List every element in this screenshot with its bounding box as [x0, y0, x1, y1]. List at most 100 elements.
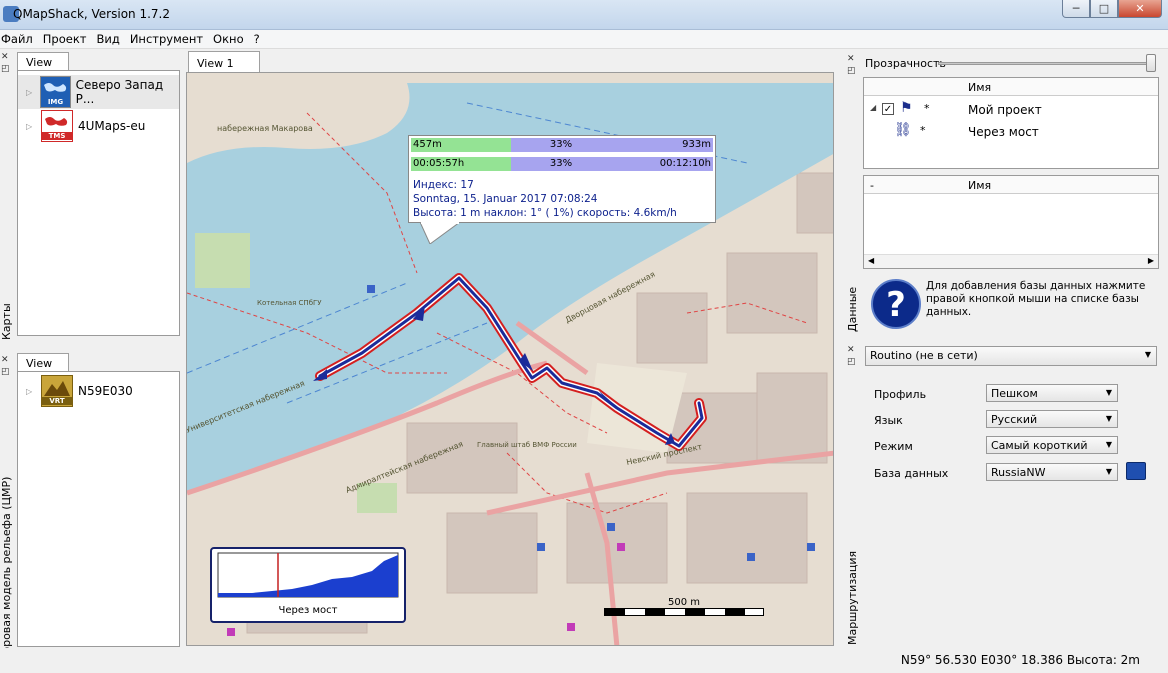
menu-help[interactable]: ?: [252, 30, 268, 48]
opacity-slider-handle[interactable]: [1146, 54, 1156, 72]
data-dock-label: Данные: [846, 286, 859, 332]
close-button[interactable]: ✕: [1118, 0, 1162, 18]
language-select[interactable]: Русский ▼: [986, 410, 1118, 428]
elevation-chart: [217, 552, 399, 598]
profile-select[interactable]: Пешком ▼: [986, 384, 1118, 402]
img-map-icon: IMG: [40, 76, 71, 108]
projects-header: Имя: [864, 78, 1158, 96]
map-item[interactable]: ▷ TMS 4UMaps-eu: [18, 109, 179, 143]
map-name: 4UMaps-eu: [78, 119, 146, 133]
dock-close-icon[interactable]: ✕: [1, 355, 11, 365]
expand-arrow-icon[interactable]: ▷: [26, 88, 35, 97]
opacity-slider-track[interactable]: [938, 62, 1152, 65]
menu-view[interactable]: Вид: [95, 30, 128, 48]
database-hint: Для добавления базы данных нажмите право…: [926, 280, 1146, 318]
maps-list: ▷ IMG Северо Запад Р... ▷ TMS 4UMaps-eu: [17, 70, 180, 336]
projects-list: Имя ◢ ✓ ⚑ * Мой проект ⛓ * Через мост: [863, 77, 1159, 169]
profile-label: Профиль: [874, 388, 927, 401]
database-label: База данных: [874, 467, 949, 480]
menu-window[interactable]: Окно: [211, 30, 252, 48]
menu-bar: Файл Проект Вид Инструмент Окно ?: [0, 30, 1168, 49]
elevation-profile-widget[interactable]: Через мост: [210, 547, 406, 623]
distance-total: 933m: [611, 138, 713, 152]
tms-map-icon: TMS: [41, 110, 73, 142]
scale-bar: [604, 608, 764, 616]
svg-text:Котельная СПбГУ: Котельная СПбГУ: [257, 299, 322, 307]
scroll-left-icon[interactable]: ◀: [868, 256, 874, 265]
router-select[interactable]: Routino (не в сети) ▼: [865, 346, 1157, 366]
project-checkbox[interactable]: ✓: [882, 103, 894, 115]
track-row[interactable]: ⛓ * Через мост: [864, 122, 1158, 142]
collapse-arrow-icon[interactable]: ◢: [870, 103, 876, 112]
right-dock-area: ✕ ◰ Данные Прозрачность Имя ◢ ✓ ⚑ * Мой …: [838, 50, 1168, 673]
vrt-dem-icon: VRT: [41, 375, 73, 407]
minimize-button[interactable]: ─: [1062, 0, 1090, 18]
dropdown-arrow-icon: ▼: [1105, 414, 1112, 423]
routing-dock-label: Маршрутизация: [846, 550, 859, 645]
dropdown-arrow-icon: ▼: [1144, 350, 1151, 359]
svg-text:Главный штаб ВМФ России: Главный штаб ВМФ России: [477, 441, 577, 449]
dock-float-icon[interactable]: ◰: [847, 357, 857, 367]
dropdown-arrow-icon: ▼: [1105, 467, 1112, 476]
opacity-label: Прозрачность: [865, 57, 946, 70]
status-bar: N59° 56.530 E030° 18.386 Высота: 2m: [0, 648, 1168, 673]
dock-close-icon[interactable]: ✕: [1, 52, 11, 62]
map-view-tab[interactable]: View 1 ✕: [188, 51, 260, 85]
maps-dock-label: Карты: [0, 303, 13, 340]
gpx-project-icon: ⚑: [900, 100, 913, 116]
time-total: 00:12:10h: [611, 157, 713, 171]
project-name: Мой проект: [968, 103, 1042, 117]
track-info-popup: 457m 33% 933m 00:05:57h 33% 00:12:10h Ин…: [408, 135, 716, 223]
language-label: Язык: [874, 414, 903, 427]
time-percent: 33%: [511, 157, 611, 171]
track-icon: ⛓: [894, 122, 912, 138]
map-name: Северо Запад Р...: [75, 78, 164, 106]
window-title: QMapShack, Version 1.7.2: [13, 7, 170, 21]
popup-pointer: [420, 222, 460, 244]
distance-done: 457m: [411, 138, 511, 152]
dock-float-icon[interactable]: ◰: [1, 367, 11, 377]
elevation-label: Через мост: [278, 605, 338, 616]
dem-name: N59E030: [78, 384, 133, 398]
folder-icon[interactable]: [1126, 462, 1146, 480]
window-controls: ─ □ ✕: [1062, 0, 1162, 20]
scale-label: 500 m: [668, 597, 701, 608]
database-list: - Имя ◀ ▶: [863, 175, 1159, 269]
menu-project[interactable]: Проект: [41, 30, 95, 48]
menu-file[interactable]: Файл: [0, 30, 41, 48]
dock-float-icon[interactable]: ◰: [847, 66, 857, 76]
database-header: - Имя: [864, 176, 1158, 194]
svg-text:набережная Макарова: набережная Макарова: [217, 124, 313, 133]
mode-select[interactable]: Самый короткий ▼: [986, 436, 1118, 454]
dropdown-arrow-icon: ▼: [1105, 388, 1112, 397]
expand-arrow-icon[interactable]: ▷: [26, 387, 36, 396]
dock-close-icon[interactable]: ✕: [847, 345, 857, 355]
database-hscrollbar[interactable]: ◀ ▶: [864, 254, 1158, 268]
project-row[interactable]: ◢ ✓ ⚑ * Мой проект: [864, 100, 1158, 120]
title-bar: QMapShack, Version 1.7.2 ─ □ ✕: [0, 0, 1168, 30]
dem-list: ▷ VRT N59E030: [17, 371, 180, 647]
dem-view-tab[interactable]: View 1: [17, 353, 69, 383]
mode-label: Режим: [874, 440, 913, 453]
popup-index: Индекс: 17: [413, 179, 474, 191]
distance-percent: 33%: [511, 138, 611, 152]
left-dock-area: ✕ ◰ Карты View 1 ▷ IMG Северо Запад Р...…: [0, 50, 182, 673]
popup-details: Высота: 1 m наклон: 1° ( 1%) скорость: 4…: [413, 207, 677, 219]
dem-item[interactable]: ▷ VRT N59E030: [18, 374, 179, 408]
track-name: Через мост: [968, 125, 1039, 139]
expand-arrow-icon[interactable]: ▷: [26, 122, 36, 131]
maximize-button[interactable]: □: [1090, 0, 1118, 18]
database-select[interactable]: RussiaNW ▼: [986, 463, 1118, 481]
dem-dock-label: Цифровая модель рельефа (ЦМР): [0, 476, 13, 672]
scroll-right-icon[interactable]: ▶: [1148, 256, 1154, 265]
dropdown-arrow-icon: ▼: [1105, 440, 1112, 449]
time-done: 00:05:57h: [411, 157, 511, 171]
dock-float-icon[interactable]: ◰: [1, 64, 11, 74]
popup-date: Sonntag, 15. Januar 2017 07:08:24: [413, 193, 598, 205]
menu-tool[interactable]: Инструмент: [128, 30, 211, 48]
help-question-icon: ?: [871, 279, 921, 329]
cursor-coordinates: N59° 56.530 E030° 18.386 Высота: 2m: [900, 653, 1140, 667]
map-item[interactable]: ▷ IMG Северо Запад Р...: [18, 75, 179, 109]
dock-close-icon[interactable]: ✕: [847, 54, 857, 64]
maps-view-tab[interactable]: View 1: [17, 52, 69, 82]
